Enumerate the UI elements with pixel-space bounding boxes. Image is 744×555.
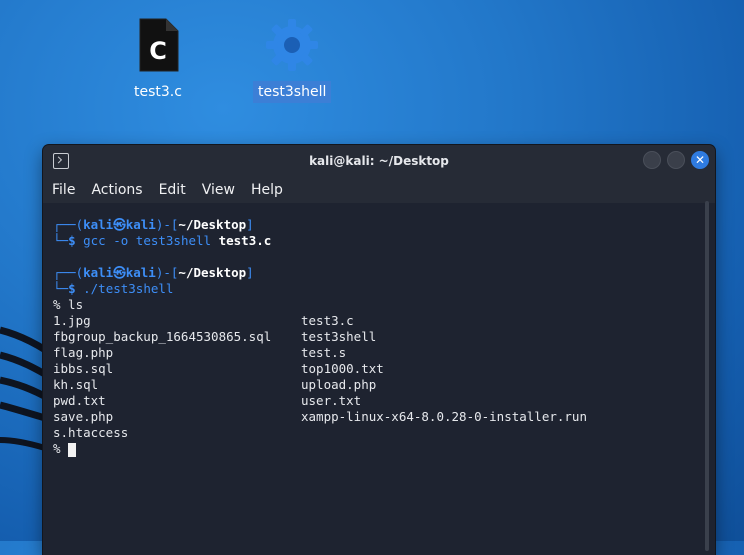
text-cursor — [68, 442, 77, 457]
ls-row: flag.php test.s — [53, 345, 347, 360]
desktop-icon-label: test3shell — [253, 81, 332, 103]
desktop-icon-label: test3.c — [134, 84, 182, 100]
terminal-icon — [53, 153, 69, 169]
ls-row: kh.sql upload.php — [53, 377, 377, 392]
window-title: kali@kali: ~/Desktop — [309, 154, 449, 168]
current-prompt: % — [53, 441, 705, 457]
maximize-button[interactable] — [667, 151, 685, 169]
desktop-icon-test3shell[interactable]: test3shell — [253, 15, 332, 103]
minimize-button[interactable] — [643, 151, 661, 169]
desktop-icon-test3c[interactable]: C test3.c — [122, 15, 194, 103]
menu-view[interactable]: View — [201, 182, 236, 198]
ls-row: s.htaccess — [53, 425, 129, 440]
ls-row: 1.jpg test3.c — [53, 313, 354, 328]
command-line: └─$ ./test3shell — [53, 281, 174, 296]
c-file-icon: C — [128, 15, 188, 75]
prompt-line: ┌──(kali㉿kali)-[~/Desktop] — [53, 217, 254, 232]
menu-actions[interactable]: Actions — [90, 182, 143, 198]
gear-icon — [262, 15, 322, 75]
shell-command: % ls — [53, 297, 84, 312]
ls-row: save.php xampp-linux-x64-8.0.28-0-install… — [53, 409, 587, 424]
command-line: └─$ gcc -o test3shell test3.c — [53, 233, 272, 248]
ls-row: ibbs.sql top1000.txt — [53, 361, 384, 376]
c-file-glyph: C — [149, 37, 167, 65]
ls-row: fbgroup_backup_1664530865.sql test3shell — [53, 329, 377, 344]
menu-edit[interactable]: Edit — [158, 182, 187, 198]
terminal-window: kali@kali: ~/Desktop ✕ File Actions Edit… — [43, 145, 715, 555]
ls-row: pwd.txt user.txt — [53, 393, 362, 408]
scrollbar[interactable] — [705, 201, 709, 551]
menu-help[interactable]: Help — [250, 182, 284, 198]
menu-bar: File Actions Edit View Help — [43, 177, 715, 204]
window-titlebar[interactable]: kali@kali: ~/Desktop ✕ — [43, 145, 715, 177]
prompt-line: ┌──(kali㉿kali)-[~/Desktop] — [53, 265, 254, 280]
close-button[interactable]: ✕ — [691, 151, 709, 169]
menu-file[interactable]: File — [51, 182, 76, 198]
terminal-output[interactable]: ┌──(kali㉿kali)-[~/Desktop] └─$ gcc -o te… — [43, 203, 715, 555]
